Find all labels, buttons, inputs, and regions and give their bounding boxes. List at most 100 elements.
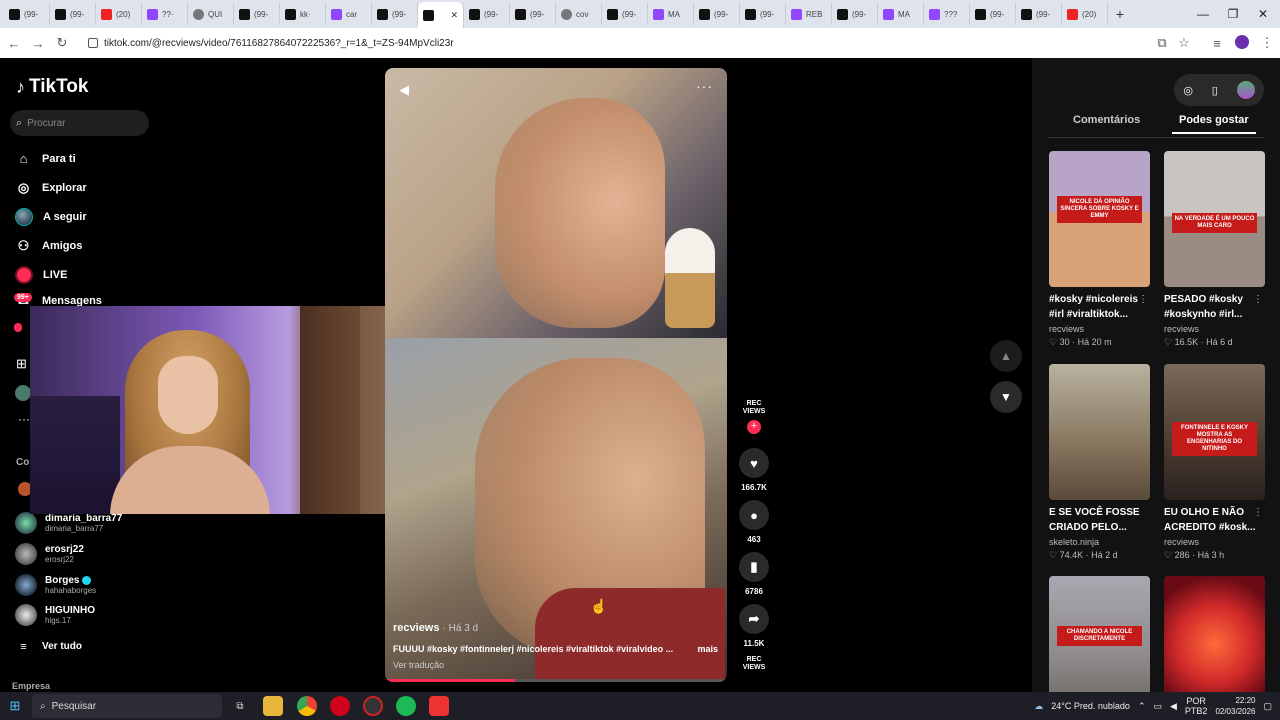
following-account[interactable]: erosrj22 erosrj22	[15, 543, 84, 565]
browser-tab[interactable]: (20)	[1062, 3, 1108, 25]
recorder-icon[interactable]	[429, 696, 449, 716]
next-video-chevron-down-icon[interactable]: ▼	[990, 381, 1022, 413]
user-avatar[interactable]	[1236, 81, 1255, 99]
taskbar-search[interactable]: ⌕ Pesquisar	[32, 694, 222, 718]
obs-icon[interactable]	[363, 696, 383, 716]
browser-tab[interactable]: cov	[556, 3, 602, 25]
browser-tab[interactable]: MA	[878, 3, 924, 25]
profile-icon[interactable]	[15, 385, 31, 401]
nav-item-explorar[interactable]: ◎ Explorar	[15, 179, 87, 196]
nav-item-live[interactable]: LIVE	[15, 266, 67, 284]
author-name[interactable]: recviews	[393, 622, 439, 634]
url-field[interactable]: tiktok.com/@recviews/video/7611682786407…	[84, 32, 1204, 54]
bookmark-star-icon[interactable]: ☆	[1172, 31, 1196, 55]
browser-tab[interactable]: (99-	[970, 3, 1016, 25]
new-tab-button[interactable]: +	[1108, 3, 1132, 25]
browser-tab[interactable]: QUI	[188, 3, 234, 25]
browser-tab[interactable]: ??·	[142, 3, 188, 25]
nav-item-a-seguir[interactable]: A seguir	[15, 208, 87, 226]
see-all-link[interactable]: ≡ Ver tudo	[15, 638, 82, 655]
nav-item-amigos[interactable]: ⚇ Amigos	[15, 237, 83, 254]
browser-tab[interactable]: (20)	[96, 3, 142, 25]
chrome-icon[interactable]	[297, 696, 317, 716]
card-more-icon[interactable]: ⋮	[1138, 294, 1148, 305]
mobile-icon[interactable]: ▯	[1212, 84, 1218, 97]
reload-icon[interactable]: ↻	[50, 31, 74, 55]
weather-text[interactable]: 24°C Pred. nublado	[1051, 701, 1130, 711]
footer-link-empresa[interactable]: Empresa	[12, 681, 50, 691]
card-more-icon[interactable]: ⋮	[1253, 507, 1263, 518]
search-input[interactable]: ⌕ Procurar	[10, 110, 149, 136]
following-account[interactable]: HIGUINHO higs.17	[15, 604, 95, 626]
lang-indicator[interactable]: POR PTB2	[1185, 696, 1208, 716]
browser-tab[interactable]: REB	[786, 3, 832, 25]
upload-icon[interactable]: ⊞	[16, 356, 27, 372]
translate-link[interactable]: Ver tradução	[393, 660, 718, 670]
back-icon[interactable]: ←	[2, 31, 26, 55]
file-explorer-icon[interactable]	[263, 696, 283, 716]
browser-tab[interactable]: kk·	[280, 3, 326, 25]
volume-icon[interactable]: ◀	[399, 82, 409, 98]
browser-tab[interactable]: (99-	[740, 3, 786, 25]
browser-tab[interactable]: (99-	[602, 3, 648, 25]
browser-tab[interactable]: (99-	[234, 3, 280, 25]
browser-tab[interactable]: (99-	[372, 3, 418, 25]
browser-tab[interactable]: (99-	[694, 3, 740, 25]
card-author[interactable]: recviews	[1164, 537, 1265, 547]
browser-tab[interactable]: car	[326, 3, 372, 25]
browser-tab[interactable]: (99-	[464, 3, 510, 25]
more-options-icon[interactable]: ···	[696, 78, 713, 94]
browser-tab[interactable]: MA	[648, 3, 694, 25]
nav-item-para-ti[interactable]: ⌂ Para ti	[15, 150, 76, 167]
windows-start-icon[interactable]: ⊞	[0, 692, 30, 720]
browser-tab[interactable]: (99-	[832, 3, 878, 25]
forward-icon[interactable]: →	[26, 31, 50, 55]
video-progress-bar[interactable]	[385, 679, 727, 682]
close-window-icon[interactable]: ✕	[1248, 0, 1278, 28]
maximize-icon[interactable]: ❐	[1218, 0, 1248, 28]
video-author[interactable]: recviews · Há 3 d	[393, 622, 718, 634]
following-account[interactable]: dimaria_barra77 dimaria_barra77	[15, 512, 122, 534]
recommended-video-card[interactable]: FONTINNELE E KOSKY MOSTRA AS ENGENHARIAS…	[1164, 364, 1265, 561]
tab-comentarios[interactable]: Comentários	[1073, 114, 1140, 126]
browser-menu-icon[interactable]: ⋮	[1255, 31, 1279, 55]
recommended-video-card[interactable]	[1164, 576, 1265, 692]
recommended-video-card[interactable]: E SE VOCÊ FOSSE CRIADO PELO... skeleto.n…	[1049, 364, 1150, 561]
more-link[interactable]: mais	[697, 644, 718, 654]
network-icon[interactable]: ▭	[1153, 701, 1162, 712]
recommended-video-card[interactable]: NA VERDADE É UM POUCO MAIS CARO PESADO #…	[1164, 151, 1265, 348]
task-view-icon[interactable]: ⧉	[230, 696, 250, 716]
recommended-video-card[interactable]: NICOLE DÁ OPINIÃO SINCERA SOBRE KOSKY E …	[1049, 151, 1150, 348]
tiktok-logo[interactable]: ♪ TikTok	[16, 76, 88, 98]
browser-tab[interactable]: (99-	[50, 3, 96, 25]
browser-tab[interactable]: ✕	[418, 2, 464, 28]
recommended-video-card[interactable]: CHAMANDO A NICOLE DISCRETAMENTE	[1049, 576, 1150, 692]
tray-arrow-icon[interactable]: ⌃	[1138, 701, 1146, 712]
card-author[interactable]: recviews	[1049, 324, 1150, 334]
save-button[interactable]: ▮ 6786	[738, 552, 770, 596]
close-tab-icon[interactable]: ✕	[450, 10, 458, 21]
speaker-icon[interactable]: ◀	[1170, 701, 1177, 712]
like-button[interactable]: ♥ 166.7K	[738, 448, 770, 492]
install-icon[interactable]: ⧉	[1150, 31, 1174, 55]
explore-icon[interactable]: ◎	[1183, 84, 1193, 97]
profile-avatar[interactable]	[1235, 35, 1249, 49]
share-button[interactable]: ➦ 11.5K	[738, 604, 770, 648]
previous-video-chevron-up-icon[interactable]: ▲	[990, 340, 1022, 372]
music-disc[interactable]: REC VIEWS	[739, 656, 769, 680]
card-author[interactable]: skeleto.ninja	[1049, 537, 1150, 547]
card-author[interactable]: recviews	[1164, 324, 1265, 334]
browser-tab[interactable]: ???	[924, 3, 970, 25]
follow-plus-icon[interactable]: +	[747, 420, 761, 434]
comment-button[interactable]: ● 463	[738, 500, 770, 544]
card-more-icon[interactable]: ⋮	[1253, 294, 1263, 305]
browser-tab[interactable]: (99-	[4, 3, 50, 25]
media-controls-icon[interactable]: ≡	[1205, 31, 1229, 55]
notifications-icon[interactable]: ▢	[1263, 701, 1272, 712]
opera-icon[interactable]	[330, 696, 350, 716]
browser-tab[interactable]: (99-	[1016, 3, 1062, 25]
following-account[interactable]: Borges hahahaborges	[15, 574, 96, 596]
spotify-icon[interactable]	[396, 696, 416, 716]
video-player[interactable]: ◀ ··· recviews · Há 3 d FUUUU #kosky #fo…	[385, 68, 727, 682]
tab-podes-gostar[interactable]: Podes gostar	[1172, 114, 1256, 134]
